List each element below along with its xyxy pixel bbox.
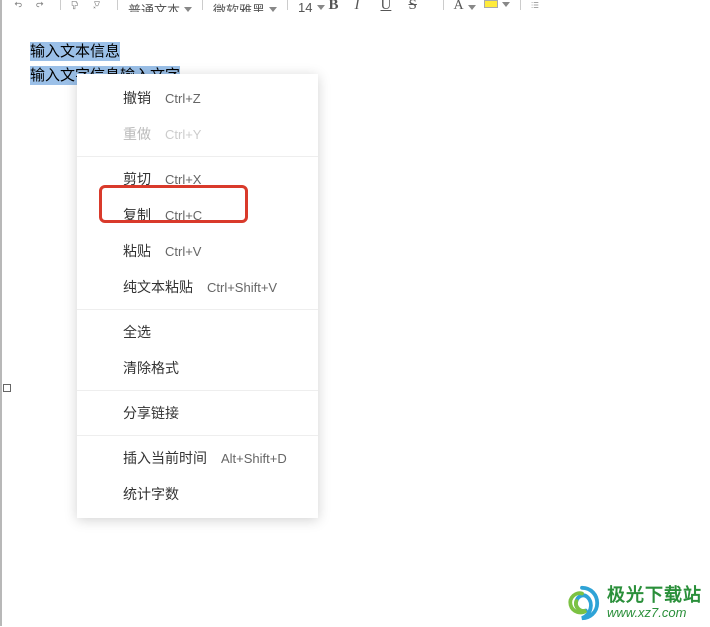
font-color-dropdown[interactable]: A	[450, 0, 480, 12]
strikethrough-button[interactable]: S	[409, 0, 431, 10]
menu-label: 插入当前时间	[123, 448, 207, 468]
toolbar-separator	[202, 0, 203, 10]
paragraph-style-dropdown[interactable]: 普通文本	[124, 0, 196, 12]
chevron-down-icon	[269, 7, 277, 12]
menu-shortcut: Alt+Shift+D	[221, 451, 287, 466]
toolbar-separator	[117, 0, 118, 10]
menu-shortcut: Ctrl+Z	[165, 91, 201, 106]
context-menu: 撤销 Ctrl+Z 重做 Ctrl+Y 剪切 Ctrl+X 复制 Ctrl+C …	[77, 74, 318, 518]
watermark-url: www.xz7.com	[607, 606, 702, 620]
menu-label: 撤销	[123, 88, 151, 108]
toolbar-separator	[443, 0, 444, 10]
menu-shortcut: Ctrl+Y	[165, 127, 201, 142]
menu-shortcut: Ctrl+V	[165, 244, 201, 259]
menu-label: 重做	[123, 124, 151, 144]
chevron-down-icon	[317, 5, 325, 10]
menu-label: 纯文本粘贴	[123, 277, 193, 297]
menu-label: 全选	[123, 322, 151, 342]
toolbar: 普通文本 微软雅黑 14 B I U S A	[2, 0, 710, 12]
font-family-dropdown[interactable]: 微软雅黑	[209, 0, 281, 12]
menu-copy[interactable]: 复制 Ctrl+C	[77, 197, 318, 233]
menu-separator	[77, 435, 318, 436]
menu-label: 剪切	[123, 169, 151, 189]
list-icon[interactable]	[527, 0, 543, 10]
paragraph-style-label: 普通文本	[128, 0, 180, 12]
menu-share-link[interactable]: 分享链接	[77, 395, 318, 431]
toolbar-separator	[520, 0, 521, 10]
menu-shortcut: Ctrl+X	[165, 172, 201, 187]
menu-paste-plain[interactable]: 纯文本粘贴 Ctrl+Shift+V	[77, 269, 318, 305]
menu-redo: 重做 Ctrl+Y	[77, 116, 318, 152]
menu-clear-format[interactable]: 清除格式	[77, 350, 318, 386]
watermark: 极光下载站 www.xz7.com	[563, 584, 702, 622]
menu-shortcut: Ctrl+Shift+V	[207, 280, 277, 295]
underline-button[interactable]: U	[381, 0, 403, 10]
watermark-logo-icon	[563, 584, 601, 622]
chevron-down-icon	[184, 7, 192, 12]
menu-insert-time[interactable]: 插入当前时间 Alt+Shift+D	[77, 440, 318, 476]
font-color-icon: A	[454, 0, 464, 12]
undo-icon[interactable]	[10, 0, 26, 10]
highlight-color-dropdown[interactable]	[480, 0, 514, 8]
redo-icon[interactable]	[32, 0, 48, 10]
chevron-down-icon	[502, 2, 510, 7]
bold-button[interactable]: B	[329, 0, 349, 10]
chevron-down-icon	[468, 5, 476, 10]
font-size-label: 14	[298, 0, 312, 12]
menu-separator	[77, 156, 318, 157]
highlight-icon	[484, 0, 498, 8]
italic-button[interactable]: I	[355, 0, 375, 10]
menu-select-all[interactable]: 全选	[77, 314, 318, 350]
resize-handle[interactable]	[3, 384, 11, 392]
menu-separator	[77, 309, 318, 310]
menu-label: 粘贴	[123, 241, 151, 261]
menu-shortcut: Ctrl+C	[165, 208, 202, 223]
text-line[interactable]: 输入文本信息	[30, 40, 180, 64]
menu-label: 分享链接	[123, 403, 179, 423]
window-border	[0, 0, 2, 626]
menu-cut[interactable]: 剪切 Ctrl+X	[77, 161, 318, 197]
menu-label: 统计字数	[123, 484, 179, 504]
font-family-label: 微软雅黑	[213, 0, 265, 12]
watermark-title: 极光下载站	[607, 586, 702, 606]
menu-label: 清除格式	[123, 358, 179, 378]
menu-undo[interactable]: 撤销 Ctrl+Z	[77, 80, 318, 116]
format-painter-icon[interactable]	[67, 0, 83, 10]
menu-separator	[77, 390, 318, 391]
toolbar-separator	[60, 0, 61, 10]
toolbar-separator	[287, 0, 288, 10]
menu-paste[interactable]: 粘贴 Ctrl+V	[77, 233, 318, 269]
clear-format-icon[interactable]	[89, 0, 105, 10]
selected-text[interactable]: 输入文本信息	[30, 42, 120, 61]
font-size-dropdown[interactable]: 14	[294, 0, 328, 12]
menu-label: 复制	[123, 205, 151, 225]
menu-word-count[interactable]: 统计字数	[77, 476, 318, 512]
